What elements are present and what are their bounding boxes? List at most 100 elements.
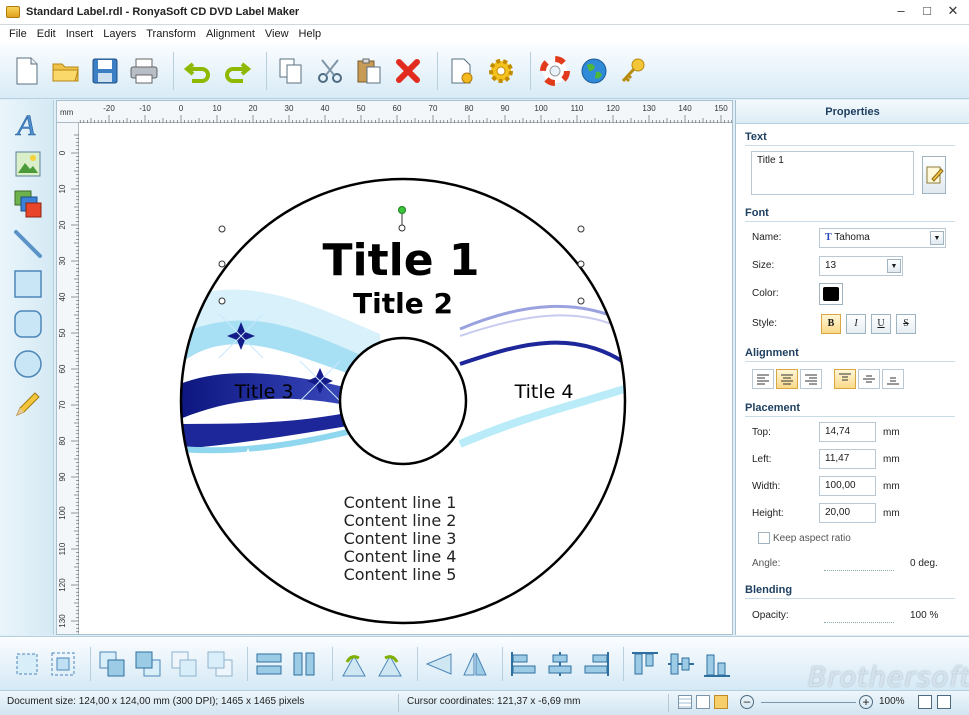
layers-image-icon[interactable] [12,188,44,220]
left-input[interactable]: 11,47 [819,449,876,469]
width-input[interactable]: 100,00 [819,476,876,496]
content-line[interactable]: Content line 2 [344,511,457,530]
strikethrough-button[interactable]: S [896,314,916,334]
bring-forward-icon[interactable] [97,648,127,680]
menu-view[interactable]: View [260,28,294,40]
ellipse-tool-icon[interactable] [12,348,44,380]
zoom-out-icon[interactable]: – [740,695,754,709]
content-line[interactable]: Content line 1 [344,493,457,512]
app-icon [6,6,20,18]
edit-text-button[interactable] [922,156,946,194]
rotate-left-icon[interactable] [339,648,369,680]
delete-x-icon[interactable] [391,54,425,88]
keep-aspect-checkbox[interactable] [758,532,770,544]
label-title-2[interactable]: Title 2 [353,287,453,320]
rotate-right-icon[interactable] [375,648,405,680]
label-title-1[interactable]: Title 1 [323,235,480,286]
open-folder-icon[interactable] [49,54,83,88]
align-text-left-button[interactable] [752,369,774,389]
send-back-icon[interactable] [205,648,235,680]
menu-alignment[interactable]: Alignment [201,28,260,40]
distribute-horizontal-icon[interactable] [254,648,284,680]
font-color-picker[interactable] [819,283,843,305]
content-line[interactable]: Content line 3 [344,529,457,548]
label-title-3[interactable]: Title 3 [234,381,294,403]
align-text-right-button[interactable] [800,369,822,389]
print-icon[interactable] [127,54,161,88]
align-right-icon[interactable] [581,648,611,680]
menu-help[interactable]: Help [294,28,327,40]
flip-horizontal-icon[interactable] [424,648,454,680]
maximize-icon[interactable]: □ [919,3,935,19]
flip-vertical-icon[interactable] [460,648,490,680]
paste-icon[interactable] [352,54,386,88]
align-left-icon[interactable] [509,648,539,680]
height-input[interactable]: 20,00 [819,503,876,523]
gear-icon[interactable] [484,54,518,88]
label-canvas[interactable]: Title 1 Title 2 Title 3 Title 4 Content … [80,124,732,634]
grid-toggle-icon[interactable] [678,695,692,709]
close-icon[interactable]: ✕ [945,3,961,19]
undo-icon[interactable] [181,54,215,88]
select-group-icon[interactable] [48,648,78,680]
send-backward-icon[interactable] [133,648,163,680]
align-center-lines-icon [781,374,793,385]
opacity-slider[interactable] [824,613,894,623]
font-name-dropdown[interactable]: T Tahoma ▼ [819,228,946,248]
select-frame-icon[interactable] [12,648,42,680]
valign-bottom-button[interactable] [882,369,904,389]
bold-button[interactable]: B [821,314,841,334]
bring-front-icon[interactable] [169,648,199,680]
cut-scissors-icon[interactable] [313,54,347,88]
zoom-in-icon[interactable]: + [859,695,873,709]
angle-slider[interactable] [824,561,894,571]
menu-transform[interactable]: Transform [141,28,201,40]
content-line[interactable]: Content line 5 [344,565,457,584]
cd-label: Title 1 Title 2 Title 3 Title 4 Content … [179,177,627,625]
actual-size-icon[interactable] [937,695,951,709]
rounded-rectangle-tool-icon[interactable] [12,308,44,340]
align-center-icon[interactable] [545,648,575,680]
valign-middle-button[interactable] [858,369,880,389]
distribute-vertical-icon[interactable] [290,648,320,680]
redo-icon[interactable] [220,54,254,88]
key-icon[interactable] [616,54,650,88]
menu-insert[interactable]: Insert [61,28,99,40]
ruler-label: 50 [357,104,366,113]
align-text-center-button[interactable] [776,369,798,389]
align-middle-icon[interactable] [666,648,696,680]
rectangle-tool-icon[interactable] [12,268,44,300]
menu-edit[interactable]: Edit [32,28,61,40]
new-document-icon[interactable] [10,54,44,88]
underline-button[interactable]: U [871,314,891,334]
align-bottom-icon[interactable] [702,648,732,680]
page-settings-icon[interactable] [445,54,479,88]
text-tool-icon[interactable]: A [12,108,44,140]
pencil-tool-icon[interactable] [12,388,44,420]
page-view-icon[interactable] [696,695,710,709]
snap-toggle-icon[interactable] [714,695,728,709]
valign-top-button[interactable] [834,369,856,389]
help-lifebuoy-icon[interactable] [538,54,572,88]
zoom-slider[interactable] [761,702,856,703]
italic-button[interactable]: I [846,314,866,334]
menu-file[interactable]: File [4,28,32,40]
design-workarea[interactable]: -20 -10 0 10 20 30 40 50 60 70 80 90 100 110 120 130 140… [56,100,733,635]
globe-icon[interactable] [577,54,611,88]
content-line[interactable]: Content line 4 [344,547,457,566]
fit-page-icon[interactable] [918,695,932,709]
chevron-down-icon[interactable]: ▼ [887,259,901,273]
line-tool-icon[interactable] [12,228,44,260]
copy-icon[interactable] [274,54,308,88]
label-title-4[interactable]: Title 4 [514,381,574,403]
image-tool-icon[interactable] [12,148,44,180]
minimize-icon[interactable]: – [893,3,909,19]
ruler-label: 30 [285,104,294,113]
chevron-down-icon[interactable]: ▼ [930,231,944,245]
top-input[interactable]: 14,74 [819,422,876,442]
text-input[interactable]: Title 1 [751,151,914,195]
save-disk-icon[interactable] [88,54,122,88]
font-size-dropdown[interactable]: 13 ▼ [819,256,903,276]
menu-layers[interactable]: Layers [98,28,141,40]
align-top-icon[interactable] [630,648,660,680]
